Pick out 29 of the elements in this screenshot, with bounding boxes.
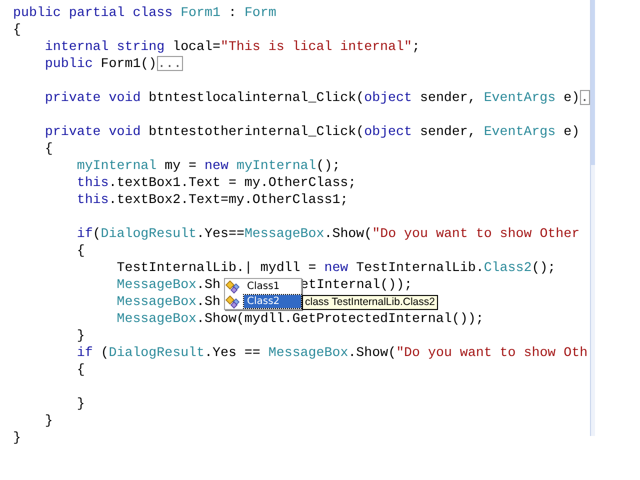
completion-item[interactable]: Class1 (244, 280, 301, 293)
code-line: { (44, 140, 53, 157)
code-line: { (76, 361, 85, 378)
code-line: } (13, 429, 21, 446)
code-line: MessageBox.Sh (116, 293, 220, 310)
completion-item[interactable]: Class2 (244, 295, 301, 308)
code-line: MessageBox.Show(mydll.GetProtectedInternal()); (116, 310, 484, 327)
code-line: if (DialogResult.Yes == MessageBox.Show("Do you want to show Oth (76, 344, 588, 361)
code-line: } (44, 412, 53, 429)
code-line: this.textBox2.Text=my.OtherClass1; (76, 191, 348, 208)
code-line: this.textBox1.Text = my.OtherClass; (76, 174, 356, 191)
code-fragment: etInternal()); (300, 276, 412, 293)
code-line: private void btntestotherinternal_Click(object sender, EventArgs e) (44, 123, 580, 140)
code-line: { (76, 242, 85, 259)
class-icon (225, 294, 241, 308)
class-icon (225, 280, 241, 294)
tooltip: class TestInternalLib.Class2 (302, 295, 438, 310)
code-line: myInternal my = new myInternal(); (76, 157, 340, 174)
code-line: } (76, 395, 85, 412)
code-line: public Form1()... (44, 55, 183, 72)
code-line: private void btntestlocalinternal_Click(object sender, EventArgs e). (44, 89, 590, 106)
code-line: internal string local="This is lical internal"; (44, 38, 420, 55)
code-line: public partial class Form1 : Form (13, 4, 276, 21)
scrollbar[interactable] (590, 0, 595, 436)
code-line: { (13, 21, 21, 38)
code-line: MessageBox.Sh (116, 276, 220, 293)
code-line: TestInternalLib.| mydll = new TestInternalLib.Class2(); (116, 259, 556, 276)
code-line: if(DialogResult.Yes==MessageBox.Show("Do you want to show Other (76, 225, 580, 242)
code-line: } (76, 327, 85, 344)
